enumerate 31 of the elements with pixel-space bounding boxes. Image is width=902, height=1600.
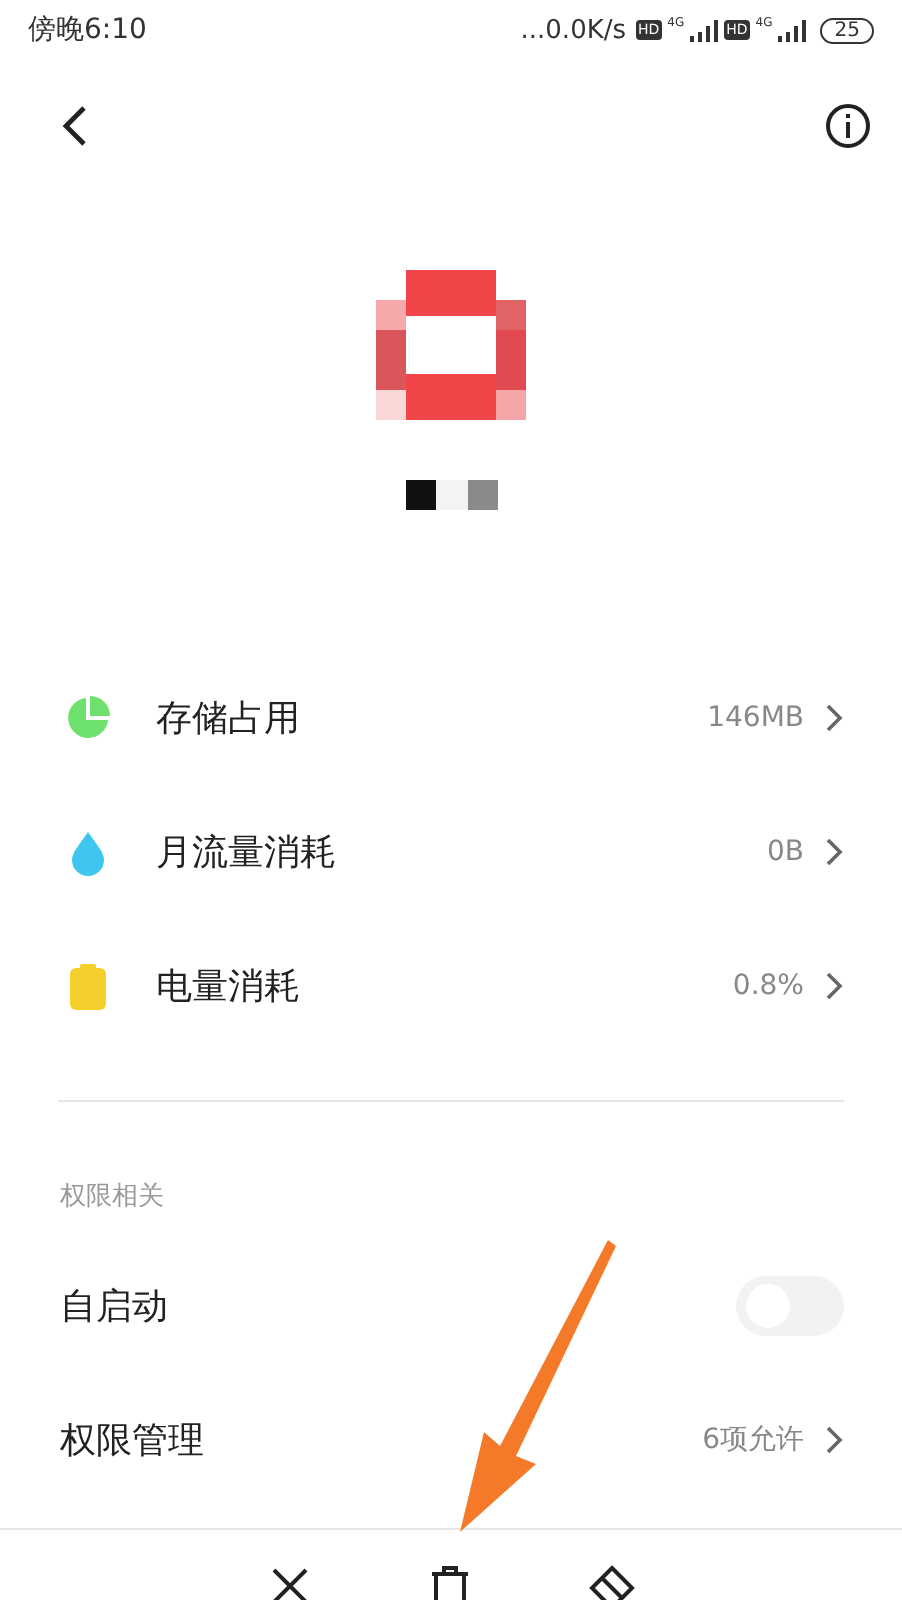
chevron-icon[interactable] xyxy=(824,1425,844,1453)
setting-value: 6项允许 xyxy=(702,1421,804,1457)
row-value: 0B xyxy=(766,835,804,867)
signal-icon xyxy=(690,19,719,41)
section-title: 权限相关 xyxy=(58,1180,166,1216)
close-icon[interactable] xyxy=(267,1564,311,1600)
status-time: 傍晚6:10 xyxy=(28,12,147,48)
info-icon[interactable] xyxy=(824,102,872,150)
chevron-icon xyxy=(824,703,844,731)
network-speed: ...0.0K/s xyxy=(520,15,627,45)
chevron-icon xyxy=(824,837,844,865)
setting-label: 自启动 xyxy=(60,1283,170,1329)
usage-row[interactable]: 存储占用 146MB xyxy=(0,650,902,784)
row-label: 电量消耗 xyxy=(156,963,302,1009)
app-name-drawing xyxy=(405,480,497,510)
pie-chart-icon xyxy=(64,693,112,741)
eraser-icon[interactable] xyxy=(587,1564,635,1600)
usage-row[interactable]: 电量消耗 0.8% xyxy=(0,918,902,1052)
row-label: 月流量消耗 xyxy=(156,829,338,875)
setting-label: 权限管理 xyxy=(60,1417,206,1463)
row-value: 146MB xyxy=(707,701,804,733)
battery-icon xyxy=(64,961,112,1009)
chevron-icon xyxy=(824,971,844,999)
signal-icon xyxy=(778,19,807,41)
trash-icon[interactable] xyxy=(427,1564,471,1600)
row-value: 0.8% xyxy=(732,969,804,1001)
row-label: 存储占用 xyxy=(156,695,302,741)
app-icon xyxy=(376,270,526,420)
back-icon[interactable] xyxy=(60,104,92,148)
battery-level: 25 xyxy=(820,17,874,43)
usage-row[interactable]: 月流量消耗 0B xyxy=(0,784,902,918)
